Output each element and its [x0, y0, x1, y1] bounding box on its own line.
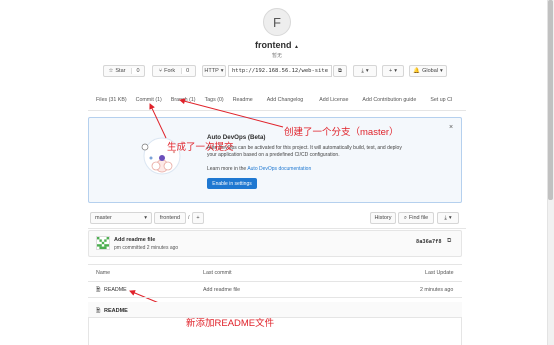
col-last-update-header: Last Update [425, 270, 454, 276]
file-table-header [88, 264, 462, 282]
copy-sha-icon[interactable]: ⧉ [447, 238, 451, 245]
readme-header [88, 302, 462, 318]
plus-icon: + [196, 215, 200, 221]
scrollbar-thumb[interactable] [548, 0, 553, 200]
add-file-button[interactable]: + [192, 212, 204, 224]
chevron-down-icon: ▾ [448, 215, 452, 221]
history-button[interactable]: History [370, 212, 396, 224]
readme-file-icon: 🗎 [96, 308, 101, 314]
file-name-readme[interactable]: README [104, 287, 127, 293]
arrow-to-branch-tab [179, 98, 284, 128]
commit-title[interactable]: Add readme file [114, 237, 155, 243]
readme-title: README [104, 308, 128, 314]
file-last-commit[interactable]: Add readme file [203, 287, 240, 293]
download-archive-dropdown[interactable]: ⤓ ▾ [437, 212, 459, 224]
commit-meta: pm committed 2 minutes ago [114, 245, 179, 251]
search-icon: ⌕ [403, 214, 407, 221]
arrow-to-commit-tab [149, 103, 167, 139]
last-commit-panel [88, 230, 462, 257]
breadcrumb-separator: / [188, 215, 190, 221]
col-name-header: Name [96, 270, 111, 276]
file-last-update: 2 minutes ago [420, 287, 454, 293]
find-file-label: Find file [408, 215, 429, 221]
breadcrumb-path: frontend [159, 215, 181, 221]
chevron-down-icon: ▾ [144, 215, 147, 221]
download-icon: ⤓ [444, 214, 447, 221]
controls-divider [88, 228, 466, 229]
file-icon: 🗎 [96, 287, 101, 293]
user-avatar [96, 236, 110, 250]
commit-sha[interactable]: 8a36a7f8 [416, 239, 442, 245]
table-row[interactable] [88, 282, 462, 298]
breadcrumb-root[interactable]: frontend [154, 212, 186, 224]
find-file-button[interactable]: ⌕ Find file [398, 212, 434, 224]
col-last-commit-header: Last commit [203, 270, 232, 276]
branch-name: master [95, 215, 112, 221]
branch-selector[interactable]: master ▾ [90, 212, 152, 224]
